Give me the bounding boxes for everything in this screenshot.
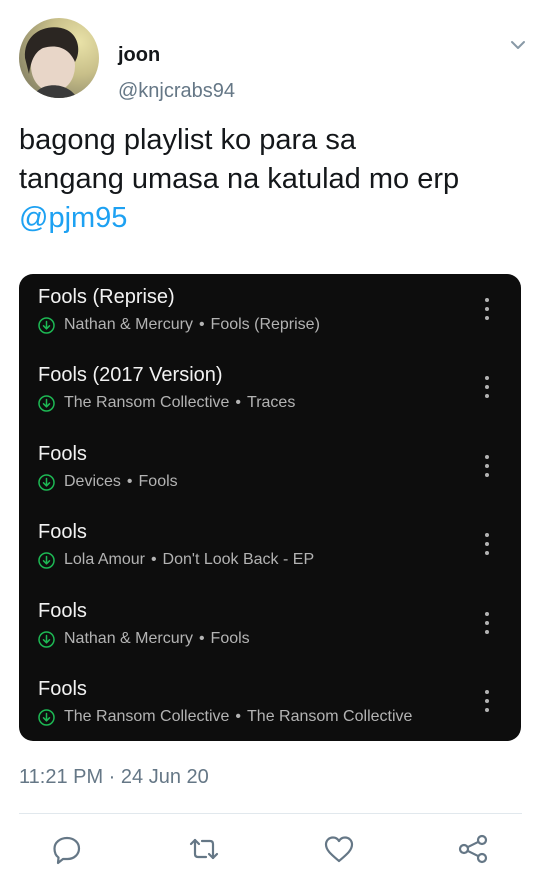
track-album: Fools xyxy=(210,630,250,647)
track-row: Fools (Reprise) Nathan & Mercury • Fools… xyxy=(19,274,521,352)
more-vertical-icon xyxy=(477,688,497,714)
tweet-header: joon @knjcrabs94 xyxy=(19,14,529,103)
track-album: The Ransom Collective xyxy=(247,708,413,725)
display-name[interactable]: joon xyxy=(118,44,160,67)
download-circle-icon xyxy=(38,394,55,412)
track-title: Fools xyxy=(38,443,87,465)
separator: • xyxy=(150,551,157,568)
track-title: Fools xyxy=(38,600,87,622)
track-subtitle: Nathan & Mercury • Fools (Reprise) xyxy=(38,316,320,334)
download-circle-icon xyxy=(38,473,55,491)
track-title: Fools xyxy=(38,678,87,700)
tweet-timestamp[interactable]: 11:21 PM · 24 Jun 20 xyxy=(19,766,209,789)
download-circle-icon xyxy=(38,630,55,648)
divider xyxy=(19,813,522,814)
playlist-image[interactable]: Fools (Reprise) Nathan & Mercury • Fools… xyxy=(19,274,521,741)
track-row: Fools Nathan & Mercury • Fools xyxy=(19,588,521,666)
tweet-actions xyxy=(0,832,540,872)
track-subtitle: The Ransom Collective • The Ransom Colle… xyxy=(38,708,412,726)
track-artist: The Ransom Collective xyxy=(64,708,230,725)
avatar[interactable] xyxy=(19,18,99,98)
download-circle-icon xyxy=(38,551,55,569)
more-vertical-icon xyxy=(477,296,497,322)
tweet-text-line: tangang umasa na katulad mo erp xyxy=(19,163,460,195)
tweet-text: bagong playlist ko para sa tangang umasa… xyxy=(19,121,524,238)
separator: • xyxy=(126,473,133,490)
chevron-down-icon[interactable] xyxy=(507,34,529,56)
track-row: Fools Lola Amour • Don't Look Back - EP xyxy=(19,509,521,587)
retweet-icon[interactable] xyxy=(187,832,221,866)
separator: • xyxy=(198,630,205,647)
download-circle-icon xyxy=(38,316,55,334)
download-circle-icon xyxy=(38,708,55,726)
track-album: Traces xyxy=(247,394,296,411)
more-vertical-icon xyxy=(477,374,497,400)
track-subtitle: Devices • Fools xyxy=(38,473,178,491)
track-album: Don't Look Back - EP xyxy=(162,551,315,568)
track-title: Fools (2017 Version) xyxy=(38,364,223,386)
separator: • xyxy=(235,394,242,411)
track-artist: Nathan & Mercury xyxy=(64,630,193,647)
tweet-text-line: bagong playlist ko para sa xyxy=(19,124,356,156)
track-artist: The Ransom Collective xyxy=(64,394,230,411)
more-vertical-icon xyxy=(477,610,497,636)
track-artist: Nathan & Mercury xyxy=(64,316,193,333)
track-album: Fools (Reprise) xyxy=(210,316,320,333)
track-row: Fools (2017 Version) The Ransom Collecti… xyxy=(19,352,521,430)
track-title: Fools xyxy=(38,521,87,543)
track-subtitle: Lola Amour • Don't Look Back - EP xyxy=(38,551,314,569)
track-subtitle: Nathan & Mercury • Fools xyxy=(38,630,250,648)
track-row: Fools The Ransom Collective • The Ransom… xyxy=(19,666,521,741)
track-artist: Lola Amour xyxy=(64,551,145,568)
track-row: Fools Devices • Fools xyxy=(19,431,521,509)
more-vertical-icon xyxy=(477,531,497,557)
user-handle[interactable]: @knjcrabs94 xyxy=(118,80,235,103)
reply-icon[interactable] xyxy=(50,832,84,866)
track-title: Fools (Reprise) xyxy=(38,286,175,308)
track-subtitle: The Ransom Collective • Traces xyxy=(38,394,295,412)
heart-icon[interactable] xyxy=(322,832,356,866)
separator: • xyxy=(198,316,205,333)
mention-link[interactable]: @pjm95 xyxy=(19,199,524,238)
track-artist: Devices xyxy=(64,473,121,490)
track-album: Fools xyxy=(138,473,178,490)
more-vertical-icon xyxy=(477,453,497,479)
share-icon[interactable] xyxy=(456,832,490,866)
separator: • xyxy=(235,708,242,725)
